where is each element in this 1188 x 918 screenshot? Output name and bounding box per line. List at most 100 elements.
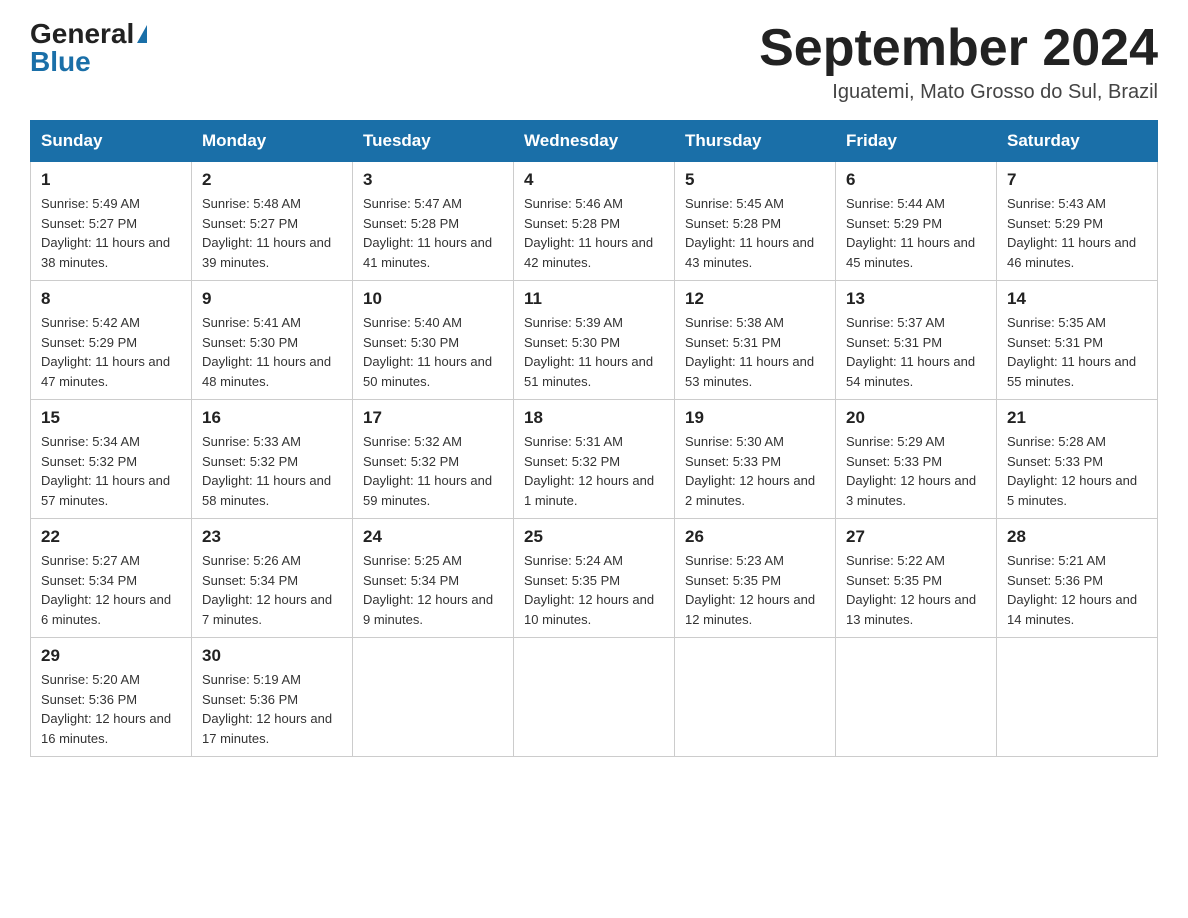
day-number: 20: [846, 408, 986, 428]
day-info: Sunrise: 5:42 AMSunset: 5:29 PMDaylight:…: [41, 313, 181, 391]
day-info: Sunrise: 5:23 AMSunset: 5:35 PMDaylight:…: [685, 551, 825, 629]
page-header: General Blue September 2024 Iguatemi, Ma…: [30, 20, 1158, 104]
calendar-cell: 22 Sunrise: 5:27 AMSunset: 5:34 PMDayligh…: [31, 519, 192, 638]
calendar-cell: 20 Sunrise: 5:29 AMSunset: 5:33 PMDayligh…: [836, 400, 997, 519]
day-number: 9: [202, 289, 342, 309]
day-info: Sunrise: 5:22 AMSunset: 5:35 PMDaylight:…: [846, 551, 986, 629]
calendar-cell: 5Sunrise: 5:45 AMSunset: 5:28 PMDaylight…: [675, 162, 836, 281]
day-number: 2: [202, 170, 342, 190]
calendar-cell: 21 Sunrise: 5:28 AMSunset: 5:33 PMDayligh…: [997, 400, 1158, 519]
calendar-cell: 13Sunrise: 5:37 AMSunset: 5:31 PMDayligh…: [836, 281, 997, 400]
weekday-header-sunday: Sunday: [31, 121, 192, 162]
day-info: Sunrise: 5:33 AMSunset: 5:32 PMDaylight:…: [202, 432, 342, 510]
calendar-cell: [353, 638, 514, 757]
day-info: Sunrise: 5:24 AMSunset: 5:35 PMDaylight:…: [524, 551, 664, 629]
day-info: Sunrise: 5:35 AMSunset: 5:31 PMDaylight:…: [1007, 313, 1147, 391]
calendar-cell: 29Sunrise: 5:20 AMSunset: 5:36 PMDayligh…: [31, 638, 192, 757]
logo-triangle-icon: [137, 25, 147, 43]
calendar-cell: 26Sunrise: 5:23 AMSunset: 5:35 PMDayligh…: [675, 519, 836, 638]
day-number: 18: [524, 408, 664, 428]
weekday-header-thursday: Thursday: [675, 121, 836, 162]
calendar-cell: 12 Sunrise: 5:38 AMSunset: 5:31 PMDayligh…: [675, 281, 836, 400]
day-number: 27: [846, 527, 986, 547]
calendar-cell: 3 Sunrise: 5:47 AMSunset: 5:28 PMDaylight…: [353, 162, 514, 281]
weekday-header-row: SundayMondayTuesdayWednesdayThursdayFrid…: [31, 121, 1158, 162]
day-number: 25: [524, 527, 664, 547]
day-number: 29: [41, 646, 181, 666]
day-number: 21: [1007, 408, 1147, 428]
calendar-cell: 16 Sunrise: 5:33 AMSunset: 5:32 PMDayligh…: [192, 400, 353, 519]
calendar-cell: 2 Sunrise: 5:48 AMSunset: 5:27 PMDaylight…: [192, 162, 353, 281]
day-info: Sunrise: 5:28 AMSunset: 5:33 PMDaylight:…: [1007, 432, 1147, 510]
day-number: 4: [524, 170, 664, 190]
calendar-cell: 10Sunrise: 5:40 AMSunset: 5:30 PMDayligh…: [353, 281, 514, 400]
calendar-cell: [675, 638, 836, 757]
day-info: Sunrise: 5:47 AMSunset: 5:28 PMDaylight:…: [363, 194, 503, 272]
day-info: Sunrise: 5:21 AMSunset: 5:36 PMDaylight:…: [1007, 551, 1147, 629]
calendar-cell: 19 Sunrise: 5:30 AMSunset: 5:33 PMDayligh…: [675, 400, 836, 519]
day-info: Sunrise: 5:43 AMSunset: 5:29 PMDaylight:…: [1007, 194, 1147, 272]
day-info: Sunrise: 5:45 AMSunset: 5:28 PMDaylight:…: [685, 194, 825, 272]
day-number: 8: [41, 289, 181, 309]
calendar-cell: [514, 638, 675, 757]
weekday-header-wednesday: Wednesday: [514, 121, 675, 162]
calendar-table: SundayMondayTuesdayWednesdayThursdayFrid…: [30, 120, 1158, 757]
calendar-cell: 4 Sunrise: 5:46 AMSunset: 5:28 PMDaylight…: [514, 162, 675, 281]
logo-general-text: General: [30, 20, 134, 48]
day-info: Sunrise: 5:26 AMSunset: 5:34 PMDaylight:…: [202, 551, 342, 629]
calendar-header: SundayMondayTuesdayWednesdayThursdayFrid…: [31, 121, 1158, 162]
day-info: Sunrise: 5:48 AMSunset: 5:27 PMDaylight:…: [202, 194, 342, 272]
logo-blue-text: Blue: [30, 48, 91, 76]
day-info: Sunrise: 5:38 AMSunset: 5:31 PMDaylight:…: [685, 313, 825, 391]
day-info: Sunrise: 5:27 AMSunset: 5:34 PMDaylight:…: [41, 551, 181, 629]
calendar-week-row: 8 Sunrise: 5:42 AMSunset: 5:29 PMDaylight…: [31, 281, 1158, 400]
day-number: 3: [363, 170, 503, 190]
day-info: Sunrise: 5:32 AMSunset: 5:32 PMDaylight:…: [363, 432, 503, 510]
calendar-cell: 8 Sunrise: 5:42 AMSunset: 5:29 PMDaylight…: [31, 281, 192, 400]
title-block: September 2024 Iguatemi, Mato Grosso do …: [759, 20, 1158, 104]
calendar-week-row: 1Sunrise: 5:49 AMSunset: 5:27 PMDaylight…: [31, 162, 1158, 281]
calendar-cell: 23 Sunrise: 5:26 AMSunset: 5:34 PMDayligh…: [192, 519, 353, 638]
calendar-cell: 17 Sunrise: 5:32 AMSunset: 5:32 PMDayligh…: [353, 400, 514, 519]
day-number: 30: [202, 646, 342, 666]
day-info: Sunrise: 5:29 AMSunset: 5:33 PMDaylight:…: [846, 432, 986, 510]
day-number: 23: [202, 527, 342, 547]
day-number: 6: [846, 170, 986, 190]
calendar-cell: 27 Sunrise: 5:22 AMSunset: 5:35 PMDayligh…: [836, 519, 997, 638]
day-number: 24: [363, 527, 503, 547]
calendar-cell: 28 Sunrise: 5:21 AMSunset: 5:36 PMDayligh…: [997, 519, 1158, 638]
day-number: 16: [202, 408, 342, 428]
calendar-week-row: 29Sunrise: 5:20 AMSunset: 5:36 PMDayligh…: [31, 638, 1158, 757]
location-subtitle: Iguatemi, Mato Grosso do Sul, Brazil: [759, 81, 1158, 104]
month-title: September 2024: [759, 20, 1158, 77]
day-number: 28: [1007, 527, 1147, 547]
weekday-header-saturday: Saturday: [997, 121, 1158, 162]
calendar-cell: 9Sunrise: 5:41 AMSunset: 5:30 PMDaylight…: [192, 281, 353, 400]
day-info: Sunrise: 5:44 AMSunset: 5:29 PMDaylight:…: [846, 194, 986, 272]
day-number: 12: [685, 289, 825, 309]
day-info: Sunrise: 5:34 AMSunset: 5:32 PMDaylight:…: [41, 432, 181, 510]
day-number: 19: [685, 408, 825, 428]
day-number: 22: [41, 527, 181, 547]
calendar-cell: 11Sunrise: 5:39 AMSunset: 5:30 PMDayligh…: [514, 281, 675, 400]
day-info: Sunrise: 5:46 AMSunset: 5:28 PMDaylight:…: [524, 194, 664, 272]
day-info: Sunrise: 5:30 AMSunset: 5:33 PMDaylight:…: [685, 432, 825, 510]
calendar-body: 1Sunrise: 5:49 AMSunset: 5:27 PMDaylight…: [31, 162, 1158, 757]
calendar-cell: 25 Sunrise: 5:24 AMSunset: 5:35 PMDayligh…: [514, 519, 675, 638]
day-info: Sunrise: 5:39 AMSunset: 5:30 PMDaylight:…: [524, 313, 664, 391]
day-number: 10: [363, 289, 503, 309]
day-number: 15: [41, 408, 181, 428]
day-number: 17: [363, 408, 503, 428]
calendar-cell: [997, 638, 1158, 757]
day-number: 1: [41, 170, 181, 190]
calendar-cell: 14Sunrise: 5:35 AMSunset: 5:31 PMDayligh…: [997, 281, 1158, 400]
logo: General Blue: [30, 20, 147, 76]
day-number: 7: [1007, 170, 1147, 190]
weekday-header-friday: Friday: [836, 121, 997, 162]
weekday-header-tuesday: Tuesday: [353, 121, 514, 162]
calendar-cell: 1Sunrise: 5:49 AMSunset: 5:27 PMDaylight…: [31, 162, 192, 281]
weekday-header-monday: Monday: [192, 121, 353, 162]
calendar-cell: 30Sunrise: 5:19 AMSunset: 5:36 PMDayligh…: [192, 638, 353, 757]
calendar-cell: 15 Sunrise: 5:34 AMSunset: 5:32 PMDayligh…: [31, 400, 192, 519]
calendar-cell: 6 Sunrise: 5:44 AMSunset: 5:29 PMDaylight…: [836, 162, 997, 281]
